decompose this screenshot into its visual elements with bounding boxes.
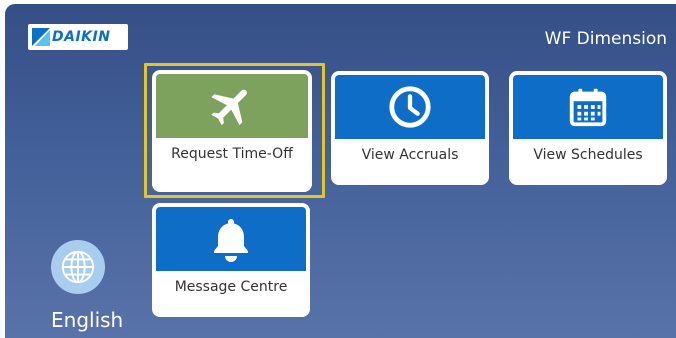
tile-label: View Schedules — [533, 147, 643, 163]
view-schedules-tile[interactable]: View Schedules — [509, 71, 667, 185]
app-screen: DAIKIN WF Dimension Request Time-Off Vie… — [5, 4, 676, 338]
selection-highlight — [144, 63, 325, 198]
daikin-logo: DAIKIN — [28, 24, 128, 50]
view-accruals-tile[interactable]: View Accruals — [331, 71, 489, 185]
language-globe-button[interactable] — [51, 240, 105, 294]
message-centre-tile[interactable]: Message Centre — [152, 203, 310, 317]
tile-label: View Accruals — [361, 147, 459, 163]
calendar-icon — [569, 88, 607, 127]
globe-icon — [61, 250, 95, 284]
bell-icon — [214, 219, 248, 262]
tile-label: Message Centre — [174, 279, 288, 295]
logo-text: DAIKIN — [52, 29, 111, 45]
daikin-logo-mark — [32, 28, 50, 46]
tile-icon-band — [156, 207, 306, 271]
tile-icon-band — [513, 75, 663, 139]
app-title: WF Dimension — [544, 29, 667, 49]
language-label[interactable]: English — [51, 308, 123, 332]
tile-icon-band — [335, 75, 485, 139]
clock-icon — [389, 86, 431, 128]
